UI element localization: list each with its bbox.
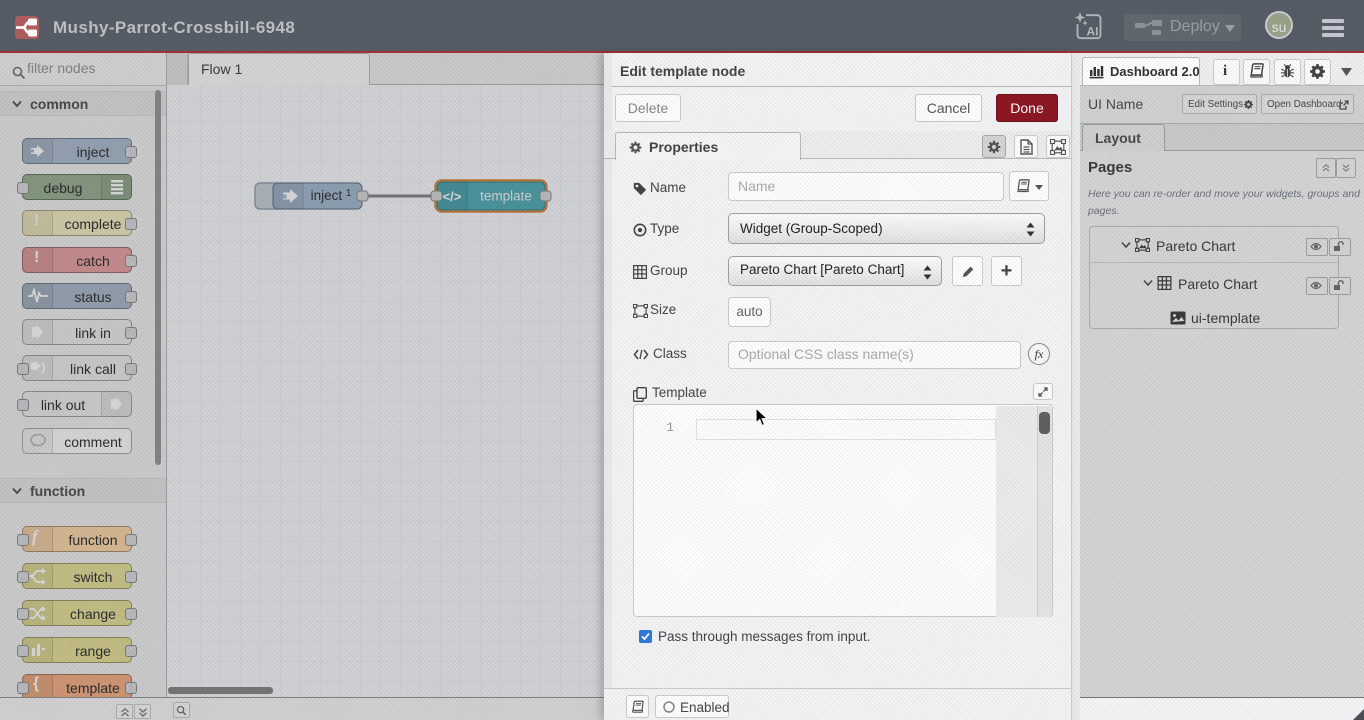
svg-text:AI: AI [1087, 25, 1099, 39]
